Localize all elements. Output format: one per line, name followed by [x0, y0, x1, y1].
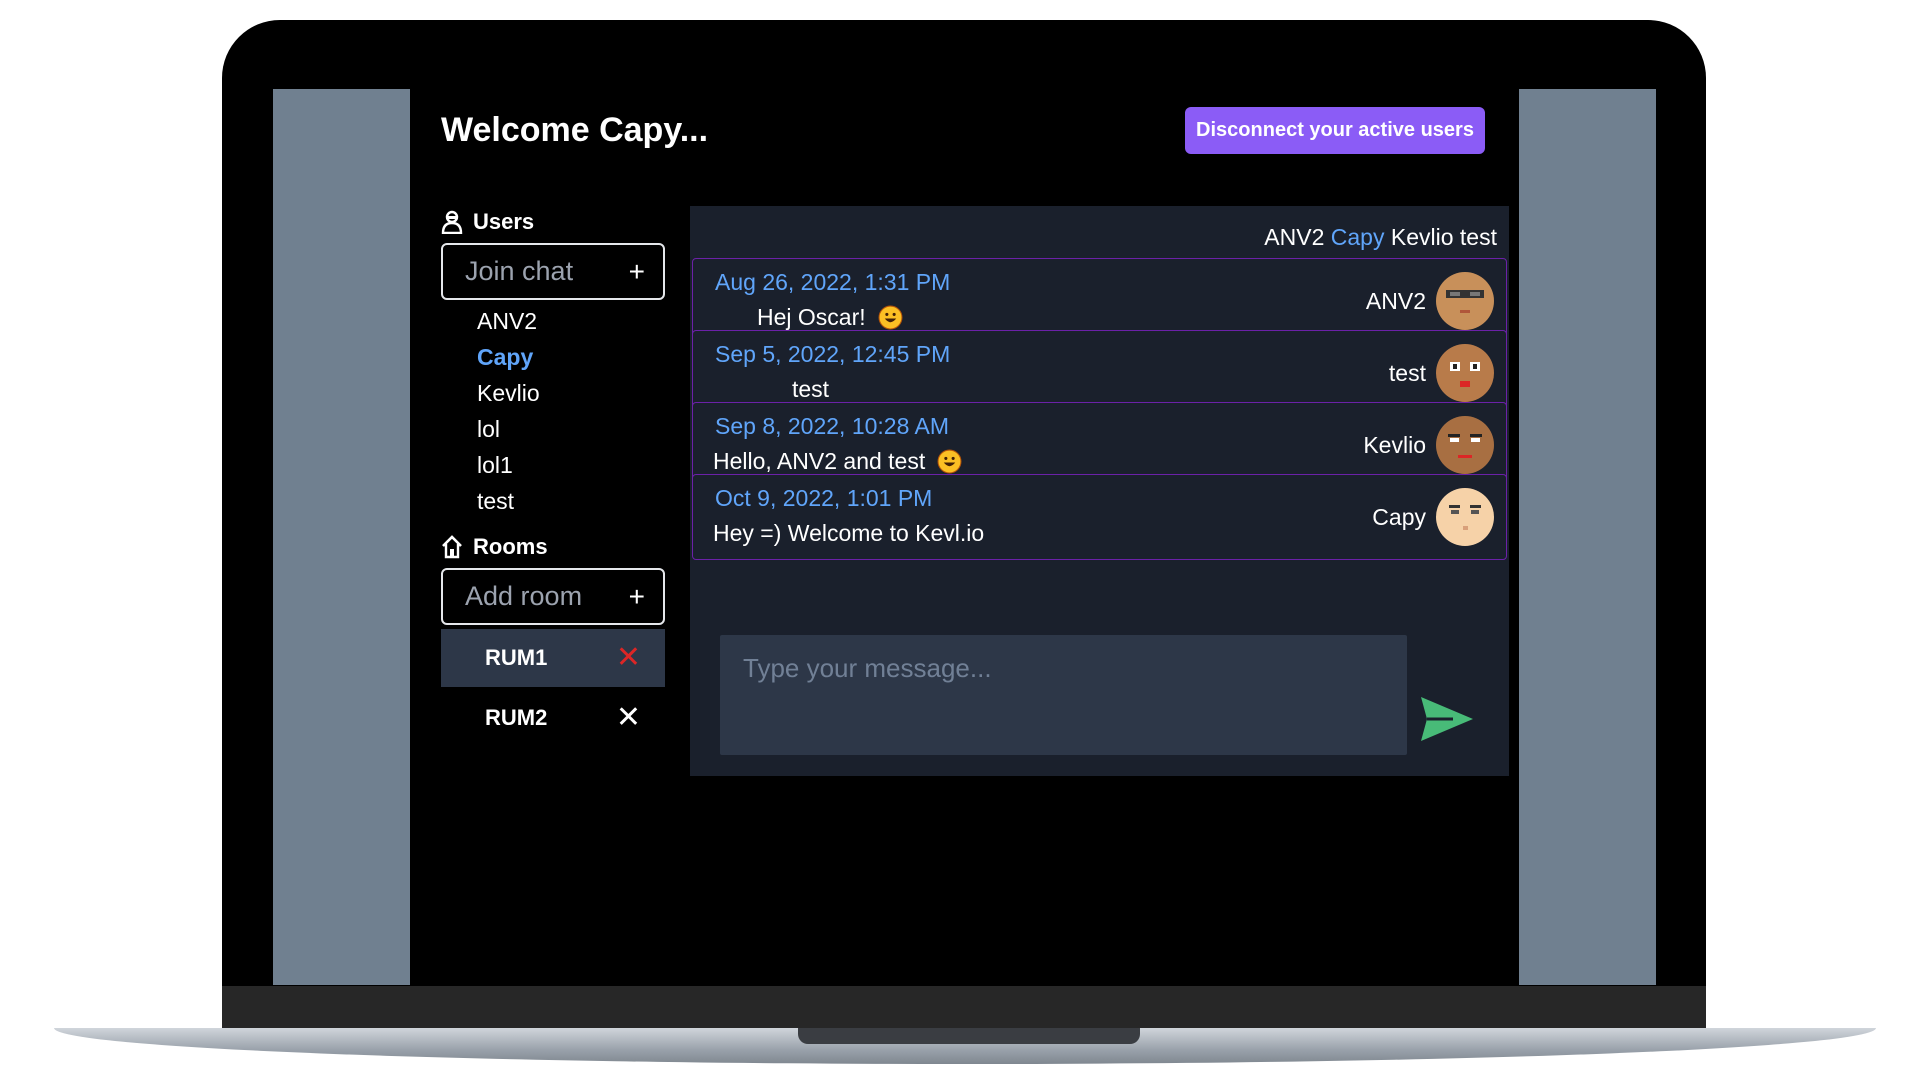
message-input-placeholder: Type your message...	[743, 653, 992, 683]
users-heading: Users	[441, 209, 534, 235]
plus-icon[interactable]: +	[629, 257, 645, 286]
chat-app: Welcome Capy... Disconnect your active u…	[410, 89, 1519, 985]
message-text: Hey =) Welcome to Kevl.io	[713, 520, 984, 547]
message-text-content: test	[792, 376, 830, 402]
smiley-emoji	[878, 305, 903, 330]
page-title: Welcome Capy...	[441, 111, 709, 149]
message-author: ANV2	[1365, 288, 1426, 314]
close-icon[interactable]: ✕	[616, 643, 641, 673]
join-chat-input[interactable]: Join chat +	[441, 243, 665, 300]
participant-self: Capy	[1330, 224, 1385, 250]
message-text: Hej Oscar!	[757, 304, 903, 331]
message-text: Hello, ANV2 and test	[713, 448, 962, 475]
right-margin-panel	[1519, 89, 1656, 985]
user-list: ANV2 Capy Kevlio lol lol1 test	[477, 303, 540, 519]
message-date: Sep 5, 2022, 12:45 PM	[715, 341, 951, 367]
send-icon[interactable]	[1419, 695, 1475, 743]
message-text-content: Hello, ANV2 and test	[713, 448, 926, 474]
message-text: test	[792, 376, 829, 403]
user-item[interactable]: ANV2	[477, 303, 540, 339]
user-icon	[441, 210, 463, 234]
message-date: Sep 8, 2022, 10:28 AM	[715, 413, 950, 439]
message-date: Aug 26, 2022, 1:31 PM	[715, 269, 951, 295]
user-item[interactable]: lol1	[477, 447, 540, 483]
rooms-heading: Rooms	[441, 534, 548, 560]
join-chat-placeholder: Join chat	[465, 256, 574, 286]
chat-panel: ANV2 Capy Kevlio test Aug 26, 2022, 1:31…	[690, 206, 1509, 776]
participant: ANV2	[1264, 224, 1325, 250]
rooms-heading-label: Rooms	[473, 534, 548, 559]
avatar[interactable]	[1436, 488, 1494, 546]
avatar[interactable]	[1436, 416, 1494, 474]
participant: test	[1459, 224, 1497, 250]
avatar[interactable]	[1436, 344, 1494, 402]
smiley-emoji	[937, 449, 962, 474]
message-date: Oct 9, 2022, 1:01 PM	[715, 485, 933, 511]
room-name: RUM1	[485, 645, 548, 670]
close-icon[interactable]: ✕	[616, 703, 641, 733]
room-item-active[interactable]: RUM1 ✕	[441, 629, 665, 687]
plus-icon[interactable]: +	[629, 582, 645, 611]
participant: Kevlio	[1390, 224, 1454, 250]
laptop-notch	[798, 1028, 1140, 1044]
room-item[interactable]: RUM2 ✕	[441, 689, 665, 747]
user-item-active[interactable]: Capy	[477, 339, 540, 375]
add-room-placeholder: Add room	[465, 581, 583, 611]
message: Oct 9, 2022, 1:01 PM Hey =) Welcome to K…	[692, 474, 1507, 560]
user-item[interactable]: test	[477, 483, 540, 519]
disconnect-users-button[interactable]: Disconnect your active users	[1185, 107, 1485, 154]
message-text-content: Hey =) Welcome to Kevl.io	[713, 520, 985, 546]
avatar[interactable]	[1436, 272, 1494, 330]
participant-list: ANV2 Capy Kevlio test	[1264, 224, 1497, 251]
laptop-chin	[222, 986, 1706, 1030]
user-item[interactable]: lol	[477, 411, 540, 447]
users-heading-label: Users	[473, 209, 535, 234]
message-input[interactable]: Type your message...	[720, 635, 1407, 755]
user-item[interactable]: Kevlio	[477, 375, 540, 411]
message-text-content: Hej Oscar!	[757, 304, 866, 330]
message-author: Kevlio	[1363, 432, 1426, 458]
screen: Welcome Capy... Disconnect your active u…	[273, 89, 1657, 985]
message-author: test	[1388, 360, 1426, 386]
message-author: Capy	[1372, 504, 1426, 530]
house-icon	[442, 535, 462, 559]
room-name: RUM2	[485, 705, 548, 730]
add-room-input[interactable]: Add room +	[441, 568, 665, 625]
left-margin-panel	[273, 89, 410, 985]
